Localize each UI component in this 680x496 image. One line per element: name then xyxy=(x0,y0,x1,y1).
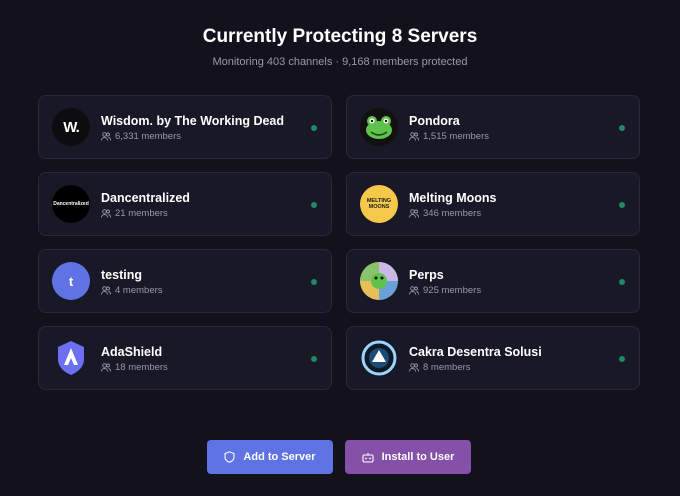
page-title: Currently Protecting 8 Servers xyxy=(202,26,478,47)
server-name: testing xyxy=(101,267,142,282)
server-card-pondora[interactable]: Pondora 1,515 members xyxy=(346,95,640,159)
wisdom-logo-icon: W. xyxy=(63,118,79,136)
server-members: 925 members xyxy=(409,285,481,296)
server-name: Cakra Desentra Solusi xyxy=(409,344,542,359)
server-members: 18 members xyxy=(101,362,168,373)
server-avatar-pondora xyxy=(360,108,398,146)
frog-icon xyxy=(366,116,392,139)
server-card-adashield[interactable]: AdaShield 18 members xyxy=(38,326,332,390)
dancentralized-logo-icon: Dancentralized xyxy=(53,201,89,207)
action-buttons: Add to Server Install to User xyxy=(207,440,471,474)
members-icon xyxy=(409,362,419,372)
members-icon xyxy=(101,208,111,218)
member-count: 18 members xyxy=(115,361,168,373)
page: Currently Protecting 8 Servers Monitorin… xyxy=(0,0,680,496)
server-name: AdaShield xyxy=(101,344,163,359)
shield-icon xyxy=(224,451,235,463)
online-status-dot xyxy=(311,125,317,131)
install-to-user-button[interactable]: Install to User xyxy=(345,440,471,474)
online-status-dot xyxy=(311,279,317,285)
members-icon xyxy=(101,131,111,141)
cakra-logo-icon xyxy=(361,340,397,376)
server-grid: W. Wisdom. by The Working Dead 6,331 mem… xyxy=(38,95,640,390)
server-avatar-testing: t xyxy=(52,262,90,300)
server-card-dancentralized[interactable]: Dancentralized Dancentralized 21 members xyxy=(38,172,332,236)
server-name: Pondora xyxy=(409,113,460,128)
member-count: 925 members xyxy=(423,284,482,296)
members-icon xyxy=(101,362,111,372)
server-avatar-dancentralized: Dancentralized xyxy=(52,185,90,223)
member-count: 1,515 members xyxy=(423,130,490,142)
page-subtitle: Monitoring 403 channels · 9,168 members … xyxy=(212,56,468,68)
online-status-dot xyxy=(619,356,625,362)
server-name: Dancentralized xyxy=(101,190,190,205)
server-name: Perps xyxy=(409,267,444,282)
server-card-wisdom[interactable]: W. Wisdom. by The Working Dead 6,331 mem… xyxy=(38,95,332,159)
server-avatar-perps xyxy=(360,262,398,300)
members-icon xyxy=(409,285,419,295)
server-name: Wisdom. by The Working Dead xyxy=(101,113,285,128)
member-count: 8 members xyxy=(423,361,471,373)
server-members: 1,515 members xyxy=(409,131,489,142)
server-members: 6,331 members xyxy=(101,131,284,142)
server-members: 8 members xyxy=(409,362,542,373)
member-count: 6,331 members xyxy=(115,130,182,142)
server-name: Melting Moons xyxy=(409,190,497,205)
server-card-melting-moons[interactable]: MELTING MOONS Melting Moons 346 members xyxy=(346,172,640,236)
server-card-testing[interactable]: t testing 4 members xyxy=(38,249,332,313)
bot-icon xyxy=(362,452,374,463)
members-icon xyxy=(409,208,419,218)
testing-initial: t xyxy=(68,273,74,289)
server-members: 346 members xyxy=(409,208,497,219)
shield-icon xyxy=(58,341,84,375)
perps-collage-icon xyxy=(360,262,398,300)
server-avatar-wisdom: W. xyxy=(52,108,90,146)
melting-moons-logo-icon: MELTING MOONS xyxy=(366,198,392,210)
online-status-dot xyxy=(619,279,625,285)
server-avatar-melting-moons: MELTING MOONS xyxy=(360,185,398,223)
server-avatar-adashield xyxy=(52,339,90,377)
online-status-dot xyxy=(619,125,625,131)
online-status-dot xyxy=(311,202,317,208)
server-avatar-cakra xyxy=(360,339,398,377)
server-members: 4 members xyxy=(101,285,163,296)
member-count: 346 members xyxy=(423,207,482,219)
member-count: 21 members xyxy=(115,207,168,219)
online-status-dot xyxy=(619,202,625,208)
online-status-dot xyxy=(311,356,317,362)
server-members: 21 members xyxy=(101,208,190,219)
server-card-perps[interactable]: Perps 925 members xyxy=(346,249,640,313)
members-icon xyxy=(409,131,419,141)
add-to-server-label: Add to Server xyxy=(243,451,316,463)
member-count: 4 members xyxy=(115,284,163,296)
install-to-user-label: Install to User xyxy=(381,451,455,463)
members-icon xyxy=(101,285,111,295)
add-to-server-button[interactable]: Add to Server xyxy=(207,440,333,474)
server-card-cakra-desentra-solusi[interactable]: Cakra Desentra Solusi 8 members xyxy=(346,326,640,390)
